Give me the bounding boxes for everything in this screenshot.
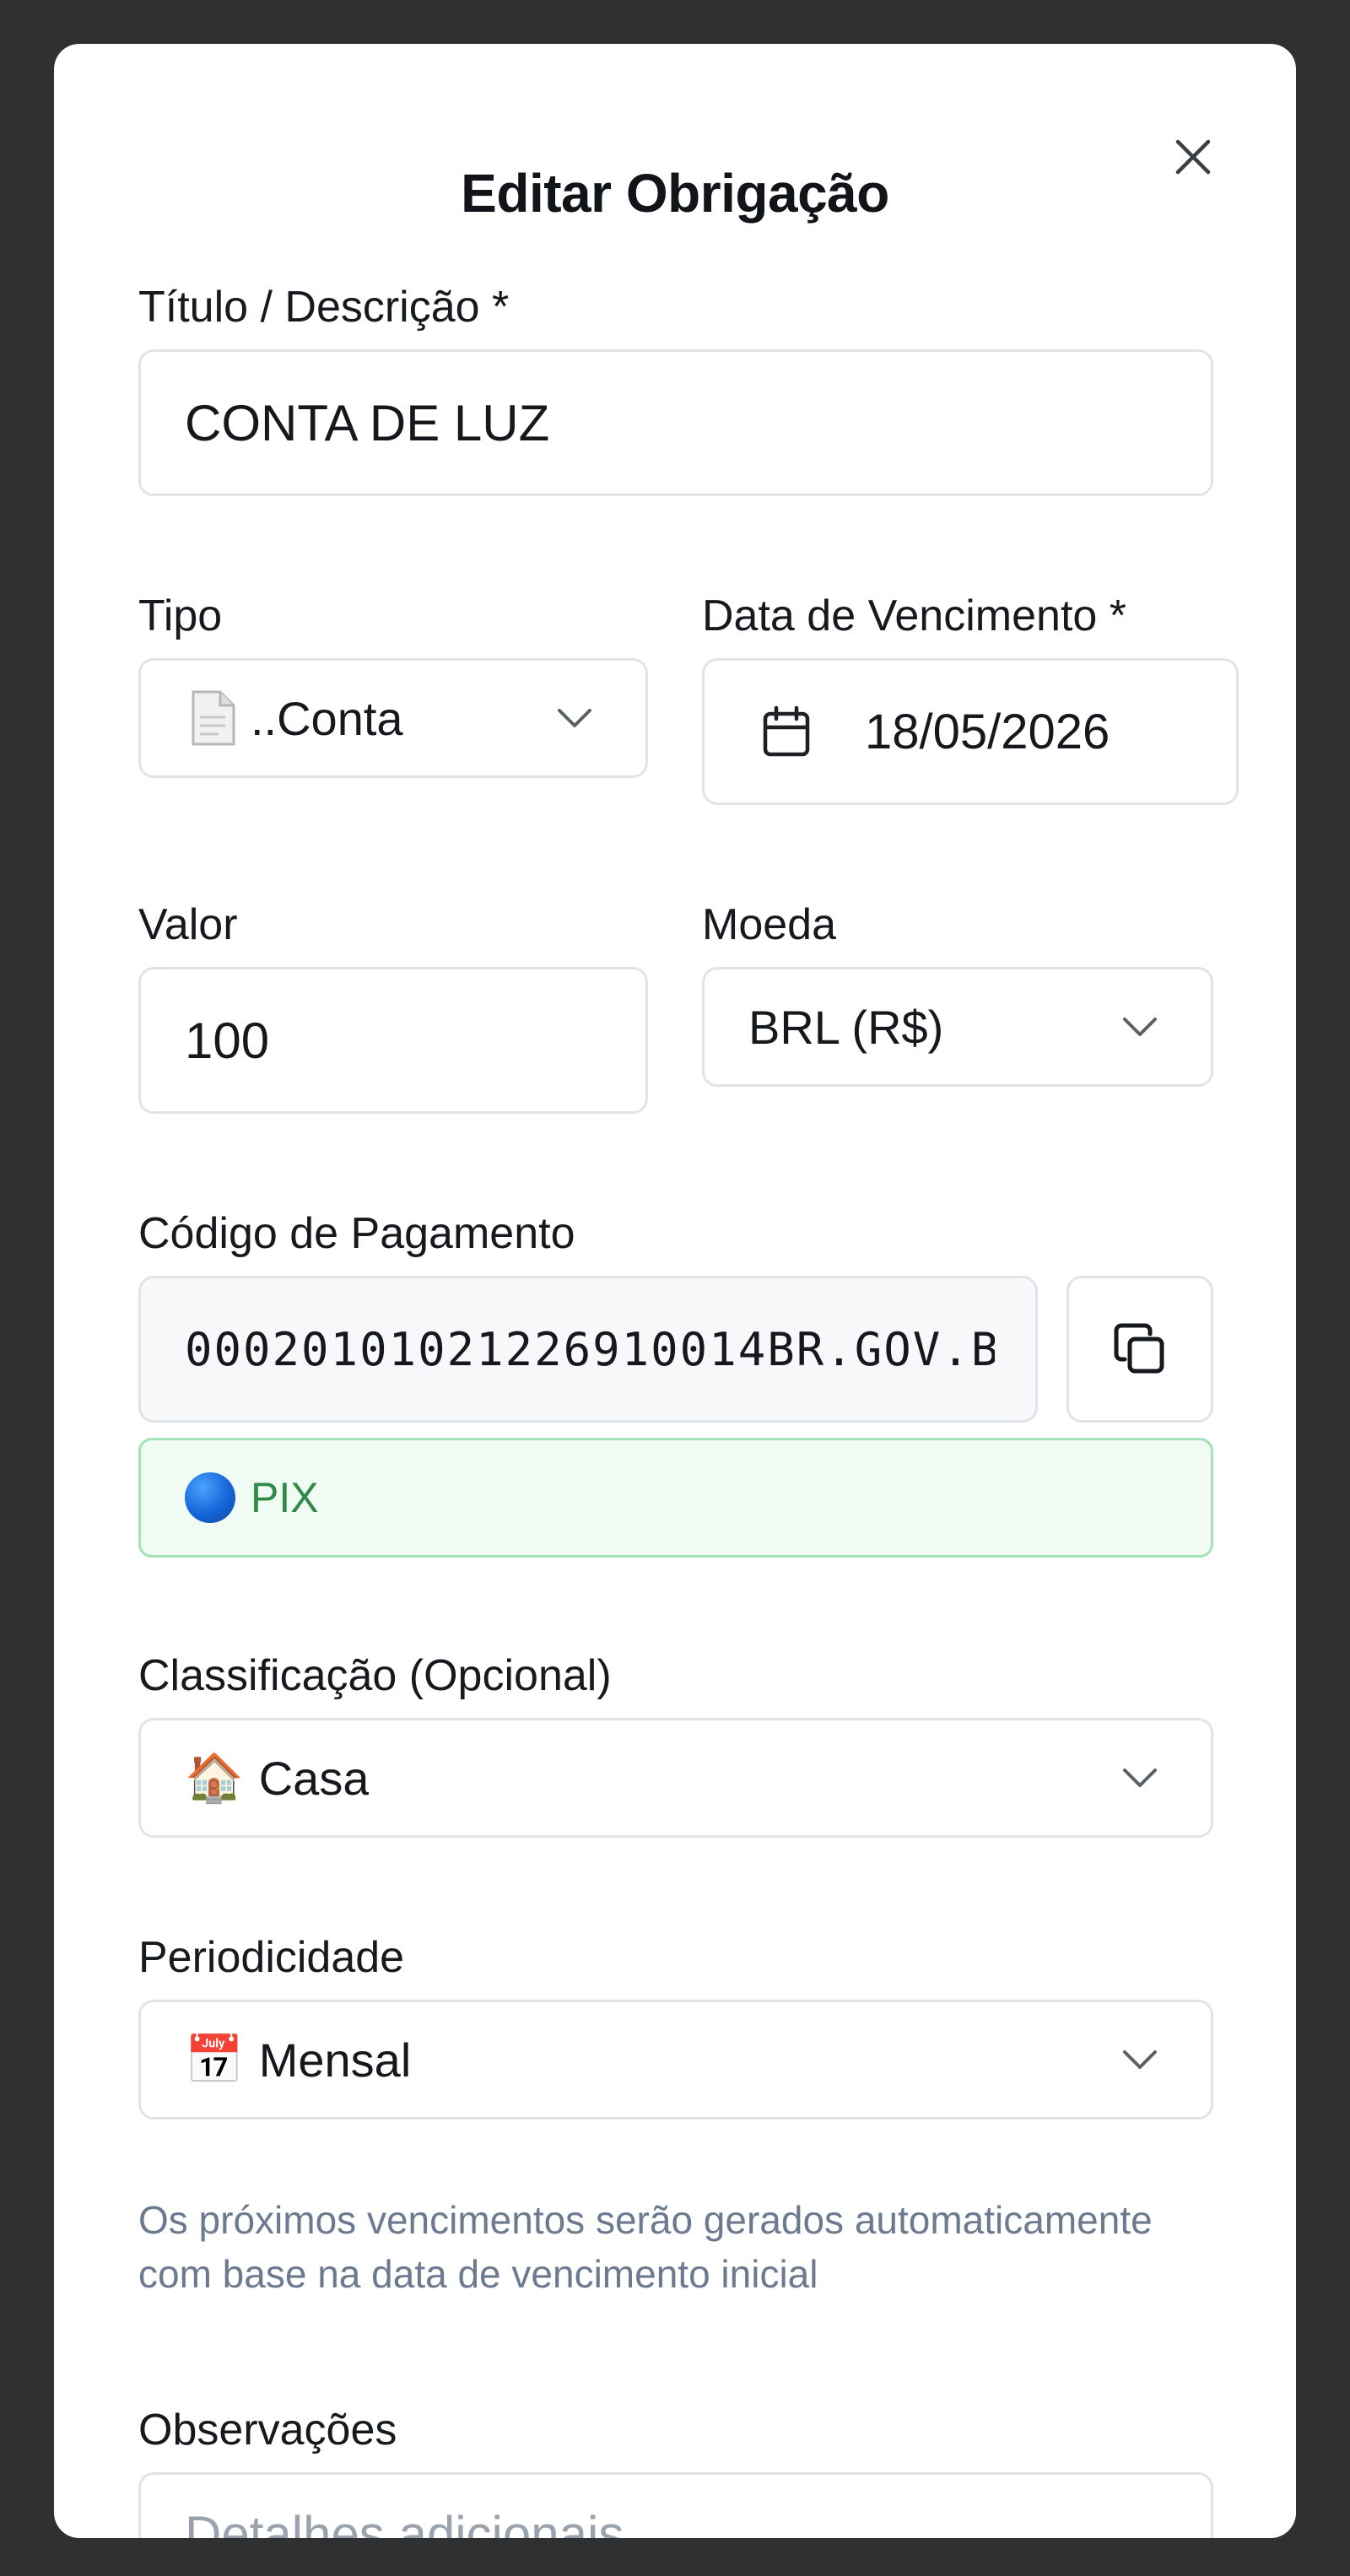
- tipo-label: Tipo: [138, 591, 223, 640]
- vencimento-value: 18/05/2026: [865, 704, 1110, 759]
- copy-icon: [1114, 1323, 1164, 1374]
- close-button[interactable]: [1161, 125, 1225, 189]
- vencimento-date-input[interactable]: 18/05/2026: [702, 658, 1239, 805]
- close-icon: [1175, 139, 1211, 175]
- periodicidade-select-value: Mensal: [258, 2033, 412, 2087]
- house-icon: 🏠: [185, 1751, 244, 1804]
- blue-circle-icon: [185, 1472, 235, 1523]
- moeda-select[interactable]: BRL (R$): [702, 967, 1213, 1087]
- valor-label: Valor: [138, 900, 238, 949]
- valor-input[interactable]: 100: [138, 967, 648, 1114]
- chevron-down-icon: [1123, 1018, 1157, 1036]
- document-icon: [192, 690, 235, 746]
- edit-obligation-modal: Editar Obrigação Título / Descrição * CO…: [54, 44, 1296, 2538]
- chevron-down-icon: [1123, 2050, 1157, 2069]
- copy-button[interactable]: [1066, 1276, 1213, 1423]
- calendar-emoji-icon: 📅: [185, 2033, 244, 2086]
- periodicidade-label: Periodicidade: [138, 1933, 405, 1982]
- titulo-input-value: CONTA DE LUZ: [185, 394, 550, 451]
- tipo-select-value: ..Conta: [251, 691, 403, 745]
- vencimento-label: Data de Vencimento *: [702, 591, 1126, 640]
- classificacao-label: Classificação (Opcional): [138, 1651, 612, 1700]
- valor-input-value: 100: [185, 1012, 270, 1069]
- codigo-input[interactable]: 00020101021226910014BR.GOV.B: [138, 1276, 1038, 1423]
- chevron-down-icon: [558, 709, 591, 727]
- periodicidade-select[interactable]: 📅 Mensal: [138, 2000, 1213, 2120]
- modal-title: Editar Obrigação: [461, 163, 889, 224]
- codigo-input-value: 00020101021226910014BR.GOV.B: [185, 1322, 995, 1376]
- periodicidade-hint: Os próximos vencimentos serão gerados au…: [138, 2198, 1153, 2296]
- classificacao-select[interactable]: 🏠 Casa: [138, 1718, 1213, 1838]
- observacoes-placeholder: Detalhes adicionais...: [185, 2506, 667, 2538]
- pix-badge-text: PIX: [251, 1474, 319, 1521]
- moeda-select-value: BRL (R$): [748, 1000, 944, 1054]
- observacoes-textarea[interactable]: Detalhes adicionais...: [138, 2472, 1213, 2538]
- codigo-label: Código de Pagamento: [138, 1209, 575, 1258]
- calendar-icon: [763, 705, 810, 757]
- chevron-down-icon: [1123, 1769, 1157, 1787]
- classificacao-select-value: Casa: [258, 1751, 370, 1805]
- tipo-select[interactable]: ..Conta: [138, 658, 648, 778]
- moeda-label: Moeda: [702, 900, 836, 949]
- observacoes-label: Observações: [138, 2406, 397, 2454]
- titulo-input[interactable]: CONTA DE LUZ: [138, 349, 1213, 496]
- titulo-label: Título / Descrição *: [138, 283, 510, 332]
- pix-detected-badge: PIX: [138, 1438, 1213, 1558]
